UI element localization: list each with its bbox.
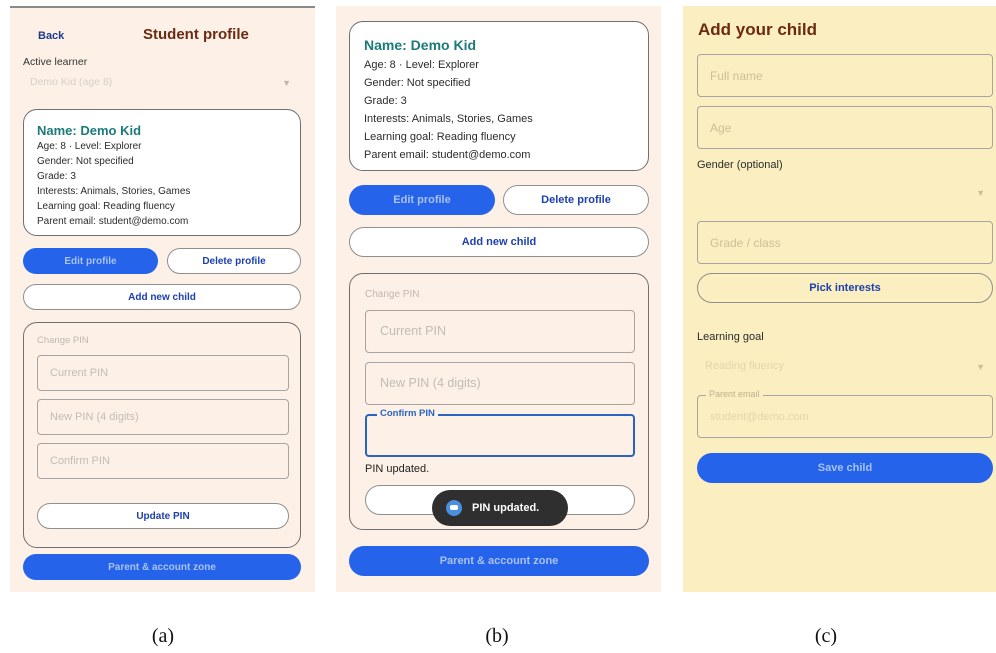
pin-status-text: PIN updated. (365, 463, 430, 475)
profile-name: Name: Demo Kid (37, 123, 142, 138)
profile-gender: Gender: Not specified (37, 156, 134, 167)
profile-grade: Grade: 3 (37, 171, 76, 182)
profile-goal: Learning goal: Reading fluency (37, 201, 175, 212)
message-icon (446, 500, 462, 516)
delete-profile-button[interactable]: Delete profile (503, 185, 649, 215)
back-button[interactable]: Back (38, 30, 64, 42)
confirm-pin-floating-label: Confirm PIN (377, 408, 438, 419)
profile-goal: Learning goal: Reading fluency (364, 131, 516, 143)
grade-placeholder: Grade / class (710, 236, 781, 250)
chevron-down-icon: ▼ (976, 362, 985, 372)
parent-account-zone-button[interactable]: Parent & account zone (23, 554, 301, 580)
profile-interests: Interests: Animals, Stories, Games (364, 113, 533, 125)
change-pin-label: Change PIN (365, 289, 420, 300)
confirm-pin-placeholder: Confirm PIN (50, 455, 110, 467)
parent-account-zone-button[interactable]: Parent & account zone (349, 546, 649, 576)
update-pin-button[interactable]: Update PIN (37, 503, 289, 529)
active-learner-label: Active learner (23, 56, 88, 68)
parent-email-label: Parent email (706, 389, 763, 399)
active-learner-value: Demo Kid (age 8) (30, 76, 113, 88)
page-title: Student profile (143, 26, 249, 43)
profile-email: Parent email: student@demo.com (37, 216, 189, 227)
toast-text: PIN updated. (472, 502, 540, 514)
confirm-pin-input[interactable]: Confirm PIN (365, 408, 635, 457)
profile-grade: Grade: 3 (364, 95, 407, 107)
profile-card: Name: Demo Kid Age: 8 · Level: Explorer … (23, 109, 301, 236)
learning-goal-value: Reading fluency (705, 360, 784, 372)
pick-interests-button[interactable]: Pick interests (697, 273, 993, 303)
current-pin-placeholder: Current PIN (50, 367, 109, 379)
new-pin-placeholder: New PIN (4 digits) (50, 411, 139, 423)
full-name-input[interactable]: Full name (697, 54, 993, 97)
current-pin-placeholder: Current PIN (380, 324, 446, 338)
profile-email: Parent email: student@demo.com (364, 149, 531, 161)
caption-a: (a) (151, 625, 175, 647)
change-pin-section: Change PIN Current PIN New PIN (4 digits… (23, 322, 301, 548)
chevron-down-icon: ▼ (282, 78, 291, 88)
add-new-child-button[interactable]: Add new child (349, 227, 649, 257)
age-input[interactable]: Age (697, 106, 993, 149)
save-child-label: Save child (817, 462, 873, 474)
chevron-down-icon: ▼ (976, 188, 985, 198)
parent-account-zone-label: Parent & account zone (108, 561, 216, 573)
active-learner-select[interactable]: Demo Kid (age 8) ▼ (23, 72, 301, 94)
profile-interests: Interests: Animals, Stories, Games (37, 186, 191, 197)
profile-gender: Gender: Not specified (364, 77, 471, 89)
caption-c: (c) (814, 625, 838, 647)
gender-select[interactable]: ▼ (697, 178, 993, 204)
delete-profile-button[interactable]: Delete profile (167, 248, 301, 274)
add-new-child-button[interactable]: Add new child (23, 284, 301, 310)
panel-c-add-child: Add your child Full name Age Gender (opt… (683, 6, 996, 592)
profile-card: Name: Demo Kid Age: 8 · Level: Explorer … (349, 21, 649, 171)
confirm-pin-input[interactable]: Confirm PIN (37, 443, 289, 479)
parent-email-input[interactable]: Parent email student@demo.com (697, 389, 993, 438)
new-pin-input[interactable]: New PIN (4 digits) (365, 362, 635, 405)
edit-profile-label: Edit profile (64, 255, 117, 267)
current-pin-input[interactable]: Current PIN (365, 310, 635, 353)
full-name-placeholder: Full name (710, 69, 763, 83)
grade-input[interactable]: Grade / class (697, 221, 993, 264)
gender-label: Gender (optional) (697, 159, 783, 171)
change-pin-label: Change PIN (37, 335, 89, 346)
parent-account-zone-label: Parent & account zone (439, 555, 559, 567)
learning-goal-label: Learning goal (697, 331, 764, 343)
panel-b-pin-updated: Name: Demo Kid Age: 8 · Level: Explorer … (336, 6, 661, 592)
edit-profile-button[interactable]: Edit profile (23, 248, 158, 274)
caption-b: (b) (485, 625, 509, 647)
new-pin-input[interactable]: New PIN (4 digits) (37, 399, 289, 435)
edit-profile-label: Edit profile (393, 194, 451, 206)
panel-a-student-profile: Back Student profile Active learner Demo… (10, 6, 315, 592)
age-placeholder: Age (710, 121, 732, 135)
profile-name: Name: Demo Kid (364, 37, 477, 53)
learning-goal-select[interactable]: Reading fluency ▼ (697, 353, 993, 379)
save-child-button[interactable]: Save child (697, 453, 993, 483)
pin-updated-toast: PIN updated. (432, 490, 568, 526)
profile-age-level: Age: 8 · Level: Explorer (37, 141, 142, 152)
profile-age-level: Age: 8 · Level: Explorer (364, 59, 479, 71)
new-pin-placeholder: New PIN (4 digits) (380, 376, 481, 390)
edit-profile-button[interactable]: Edit profile (349, 185, 495, 215)
current-pin-input[interactable]: Current PIN (37, 355, 289, 391)
page-title: Add your child (698, 20, 817, 39)
parent-email-value: student@demo.com (710, 411, 809, 423)
